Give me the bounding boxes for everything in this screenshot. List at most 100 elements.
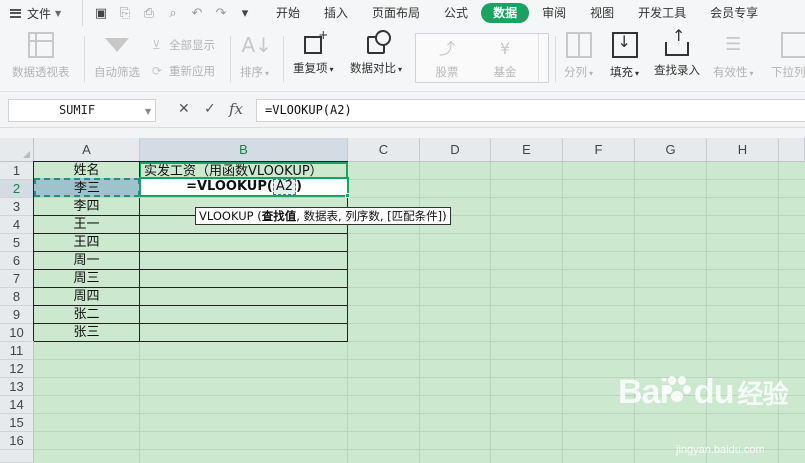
watermark-product: 经验 (737, 379, 788, 409)
row-header[interactable]: 11 (0, 342, 34, 360)
print-preview-icon[interactable]: ⌕ (161, 6, 185, 21)
cell-a10[interactable]: 张三 (34, 324, 140, 342)
column-header-next[interactable] (779, 138, 805, 162)
spreadsheet-grid[interactable]: A B C D E F G H 1 2 3 4 5 6 7 8 9 10 11 … (0, 128, 805, 463)
gridline (562, 162, 563, 463)
column-header-f[interactable]: F (563, 138, 635, 162)
validity-button[interactable]: ☰ 有效性 ▾ (713, 32, 754, 80)
cell-a7[interactable]: 周三 (34, 270, 140, 288)
column-header-c[interactable]: C (348, 138, 420, 162)
show-all-button[interactable]: ⊻ 全部显示 (152, 37, 215, 53)
ribbon-divider (230, 36, 231, 82)
ribbon-tabs: 开始 插入 页面布局 公式 数据 审阅 视图 开发工具 会员专享 (265, 0, 771, 26)
dropdown-list-button[interactable]: 下拉列表 (771, 32, 805, 80)
tab-page-layout[interactable]: 页面布局 (361, 3, 431, 23)
cancel-icon[interactable]: ✕ (178, 101, 190, 117)
gallery-scrollbar[interactable] (538, 34, 548, 82)
cell-a9[interactable]: 张二 (34, 306, 140, 324)
split-columns-button[interactable]: 分列 ▾ (564, 32, 593, 80)
redo-icon[interactable]: ↷ (209, 6, 233, 21)
cell-a4[interactable]: 王一 (34, 216, 140, 234)
duplicates-icon (304, 28, 328, 54)
cell-b9[interactable] (140, 306, 348, 324)
row-header-partial[interactable] (0, 450, 34, 463)
row-header[interactable]: 1 (0, 162, 34, 180)
duplicates-button[interactable]: 重复项▾ (293, 28, 334, 76)
split-columns-label: 分列 (564, 65, 587, 79)
row-header[interactable]: 2 (0, 180, 34, 198)
export-pdf-icon[interactable]: ⎘ (113, 6, 137, 21)
tab-formulas[interactable]: 公式 (433, 3, 479, 23)
row-header[interactable]: 3 (0, 198, 34, 216)
menu-bar: 文件 ▼ ▣ ⎘ ⎙ ⌕ ↶ ↷ ▾ 开始 插入 页面布局 公式 数据 审阅 视… (0, 0, 805, 26)
tooltip-remaining-args: , 数据表, 列序数, [匹配条件]) (296, 209, 447, 223)
tab-insert[interactable]: 插入 (313, 3, 359, 23)
row-header[interactable]: 8 (0, 288, 34, 306)
select-all-corner[interactable] (0, 138, 34, 162)
cell-b8[interactable] (140, 288, 348, 306)
confirm-icon[interactable]: ✓ (204, 101, 216, 117)
column-header-b[interactable]: B (140, 138, 348, 162)
reapply-button[interactable]: ⟳ 重新应用 (152, 63, 215, 79)
row-header[interactable]: 15 (0, 414, 34, 432)
tab-home[interactable]: 开始 (265, 3, 311, 23)
customize-toolbar-icon[interactable]: ▾ (233, 6, 257, 21)
fill-down-icon (611, 32, 638, 58)
save-icon[interactable]: ▣ (89, 6, 113, 21)
print-icon[interactable]: ⎙ (137, 6, 161, 21)
cell-b6[interactable] (140, 252, 348, 270)
dropdown-list-label: 下拉列表 (771, 65, 805, 79)
sort-button[interactable]: A↓ 排序 ▾ (240, 32, 272, 80)
tab-developer[interactable]: 开发工具 (627, 3, 697, 23)
pivot-table-label: 数据透视表 (12, 65, 70, 79)
column-header-g[interactable]: G (635, 138, 707, 162)
row-header[interactable]: 10 (0, 324, 34, 342)
tab-data[interactable]: 数据 (481, 3, 530, 23)
column-header-d[interactable]: D (420, 138, 491, 162)
column-header-a[interactable]: A (34, 138, 140, 162)
cell-b10[interactable] (140, 324, 348, 342)
stock-button[interactable]: ⤴ 股票 (418, 38, 476, 80)
tab-member[interactable]: 会员专享 (699, 3, 769, 23)
compare-button[interactable]: 数据对比 ▾ (350, 30, 402, 76)
validity-label: 有效性 (713, 65, 748, 79)
pivot-table-button[interactable]: 数据透视表 (12, 32, 70, 80)
find-entry-button[interactable]: 查找录入 (654, 26, 700, 78)
row-header[interactable]: 9 (0, 306, 34, 324)
column-header-e[interactable]: E (491, 138, 563, 162)
fill-button[interactable]: 填充▾ (610, 32, 639, 80)
fund-label: 基金 (493, 65, 517, 79)
column-header-h[interactable]: H (707, 138, 779, 162)
file-menu-button[interactable]: 文件 ▼ (0, 0, 82, 26)
cell-a6[interactable]: 周一 (34, 252, 140, 270)
stock-label: 股票 (435, 65, 459, 79)
row-header[interactable]: 16 (0, 432, 34, 450)
baidu-watermark: Bai du 经验 (618, 373, 788, 412)
validity-icon: ☰ (725, 34, 742, 55)
formula-input[interactable]: =VLOOKUP(A2) (256, 99, 805, 122)
row-header[interactable]: 13 (0, 378, 34, 396)
formula-bar: SUMIF ▼ ✕ ✓ fx =VLOOKUP(A2) (0, 92, 805, 128)
row-header[interactable]: 7 (0, 270, 34, 288)
cell-b5[interactable] (140, 234, 348, 252)
active-cell-b2[interactable]: =VLOOKUP(A2) (139, 177, 349, 197)
tab-review[interactable]: 审阅 (531, 3, 577, 23)
row-header[interactable]: 12 (0, 360, 34, 378)
fund-button[interactable]: ¥ 基金 (476, 38, 534, 80)
autofilter-button[interactable]: 自动筛选 (94, 32, 140, 80)
cell-b7[interactable] (140, 270, 348, 288)
row-header[interactable]: 6 (0, 252, 34, 270)
row-header[interactable]: 4 (0, 216, 34, 234)
fill-handle[interactable] (345, 193, 350, 198)
cell-a5[interactable]: 王四 (34, 234, 140, 252)
cell-a2[interactable]: 李三 (34, 180, 140, 198)
cell-a3[interactable]: 李四 (34, 198, 140, 216)
name-box[interactable]: SUMIF (8, 99, 156, 122)
tab-view[interactable]: 视图 (579, 3, 625, 23)
undo-icon[interactable]: ↶ (185, 6, 209, 21)
chevron-down-icon[interactable]: ▼ (145, 107, 151, 116)
cell-a8[interactable]: 周四 (34, 288, 140, 306)
row-header[interactable]: 5 (0, 234, 34, 252)
insert-function-icon[interactable]: fx (229, 100, 243, 118)
row-header[interactable]: 14 (0, 396, 34, 414)
